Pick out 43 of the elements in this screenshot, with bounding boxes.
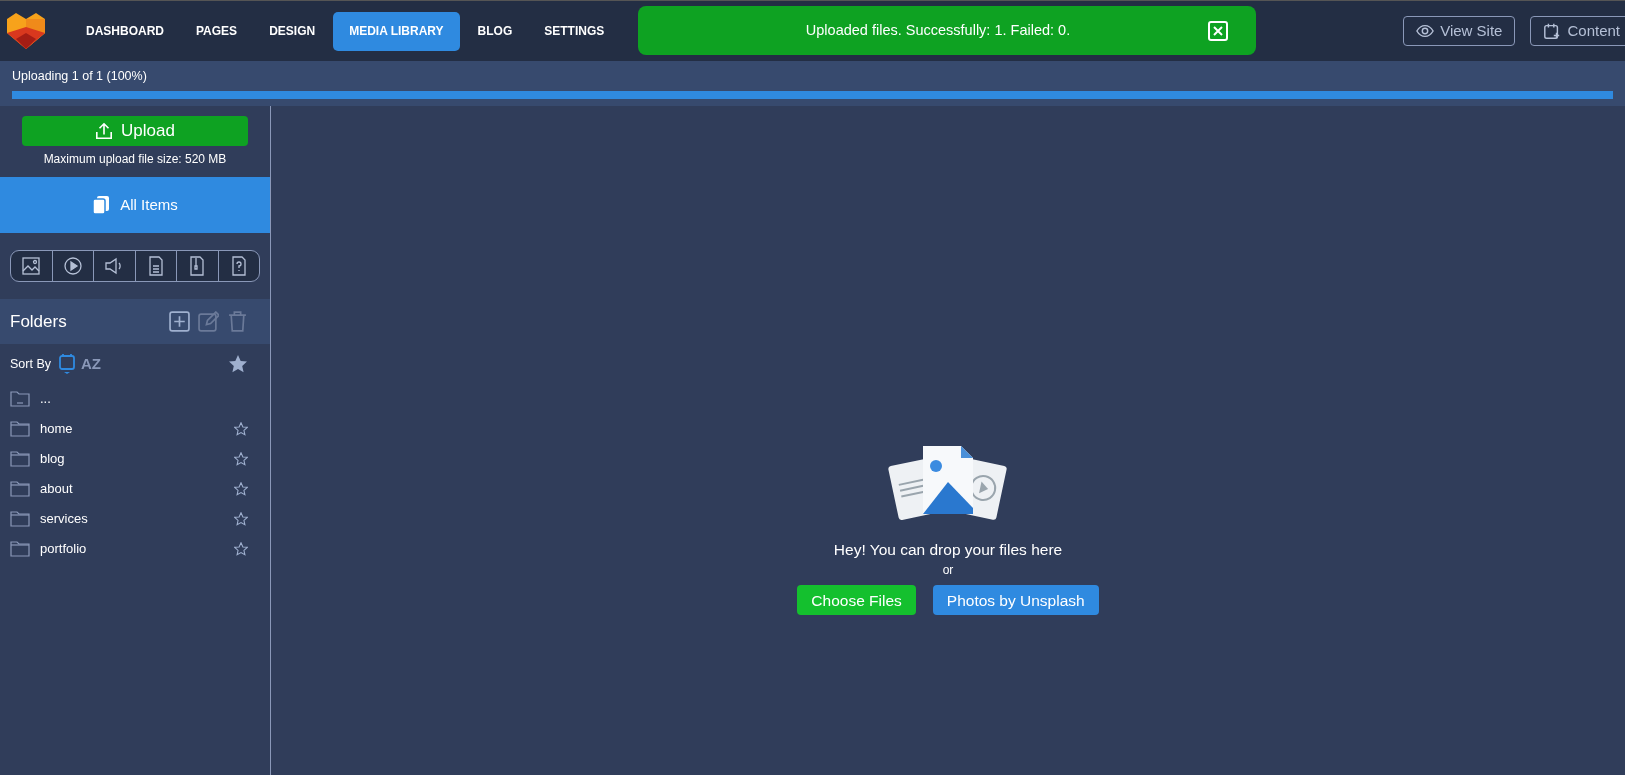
folder-icon	[10, 451, 30, 467]
folder-name[interactable]: blog	[40, 449, 224, 469]
folder-icon	[10, 421, 30, 437]
star-outline-icon[interactable]	[234, 482, 248, 496]
star-outline-icon[interactable]	[234, 512, 248, 526]
nav-tab[interactable]: MEDIA LIBRARY	[333, 11, 460, 51]
view-site-button[interactable]: View Site	[1403, 16, 1516, 46]
logo-icon[interactable]	[6, 11, 46, 51]
sort-by-label: Sort By	[10, 355, 51, 373]
calendar-plus-icon	[1543, 22, 1562, 40]
nav-tab[interactable]: PAGES	[182, 11, 252, 51]
nav-tab[interactable]: BLOG	[463, 11, 527, 51]
eye-icon	[1416, 22, 1435, 40]
upload-icon	[95, 122, 114, 140]
star-outline-icon[interactable]	[234, 422, 248, 436]
parent-folder-link[interactable]: ...	[40, 389, 260, 409]
nav-tab[interactable]: DESIGN	[255, 11, 330, 51]
max-upload-size: Maximum upload file size: 520 MB	[43, 151, 227, 168]
documents-icon	[92, 195, 111, 215]
favorites-star-icon[interactable]	[228, 354, 248, 374]
folder-name[interactable]: services	[40, 509, 224, 529]
add-folder-icon[interactable]	[169, 311, 190, 332]
drop-message: Hey! You can drop your files here	[833, 540, 1063, 560]
unsplash-photos-button[interactable]: Photos by Unsplash	[932, 585, 1099, 616]
sort-by-date-button[interactable]	[59, 353, 75, 375]
folders-title: Folders	[10, 310, 67, 333]
nav-tab[interactable]: SETTINGS	[530, 11, 619, 51]
folder-name[interactable]: about	[40, 479, 224, 499]
folder-icon	[10, 481, 30, 497]
sort-by-name-button[interactable]: AZ	[81, 352, 101, 376]
all-items-tab[interactable]: All Items	[0, 177, 270, 233]
content-button[interactable]: Content	[1530, 16, 1625, 46]
folder-name[interactable]: portfolio	[40, 539, 224, 559]
star-outline-icon[interactable]	[234, 452, 248, 466]
or-text: or	[942, 562, 954, 580]
close-icon[interactable]	[1208, 20, 1228, 41]
folder-name[interactable]: home	[40, 419, 224, 439]
folder-icon	[10, 541, 30, 557]
upload-progress-label: Uploading 1 of 1 (100%)	[12, 69, 148, 84]
toast-message: Uploaded files. Successfully: 1. Failed: 0.	[804, 20, 1072, 40]
nav-tab[interactable]: DASHBOARD	[72, 11, 178, 51]
folder-icon	[10, 511, 30, 527]
star-outline-icon[interactable]	[234, 542, 248, 556]
